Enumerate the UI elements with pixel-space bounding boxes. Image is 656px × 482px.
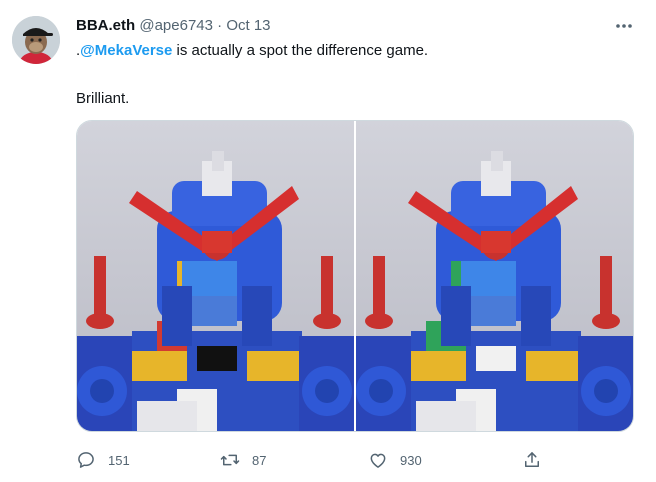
like-count: 930	[400, 452, 422, 468]
robot-image-left	[77, 121, 354, 431]
retweet-count: 87	[252, 452, 267, 468]
action-bar: 151 87 930	[76, 446, 556, 474]
tweet-text-second-line: Brilliant.	[76, 90, 130, 107]
media-image-left[interactable]	[77, 121, 354, 431]
like-button[interactable]: 930	[368, 446, 422, 474]
tweet-date[interactable]: Oct 13	[226, 17, 270, 34]
reply-button[interactable]: 151	[76, 446, 130, 474]
ape-avatar-icon	[12, 16, 60, 64]
display-name[interactable]: BBA.eth	[76, 17, 135, 34]
tweet-header: BBA.eth @ape6743 · Oct 13	[76, 16, 271, 36]
user-handle[interactable]: @ape6743	[139, 17, 213, 34]
tweet-text: .@MekaVerse is actually a spot the diffe…	[76, 40, 428, 62]
text-body: is actually a spot the difference game.	[172, 42, 429, 59]
more-horizontal-icon[interactable]	[612, 16, 636, 36]
retweet-button[interactable]: 87	[220, 446, 266, 474]
avatar[interactable]	[12, 16, 60, 64]
reply-bubble-icon	[78, 452, 94, 468]
reply-count: 151	[108, 452, 130, 468]
media-image-right[interactable]	[356, 121, 633, 431]
robot-image-right	[356, 121, 633, 431]
heart-icon	[370, 453, 386, 468]
mention-link[interactable]: @MekaVerse	[80, 42, 172, 59]
share-upload-icon	[525, 452, 539, 467]
separator-dot: ·	[217, 17, 223, 34]
share-button[interactable]	[522, 446, 542, 474]
retweet-arrows-icon	[220, 454, 240, 466]
media-grid	[76, 120, 634, 432]
tweet[interactable]: BBA.eth @ape6743 · Oct 13 .@MekaVerse is…	[0, 0, 656, 482]
